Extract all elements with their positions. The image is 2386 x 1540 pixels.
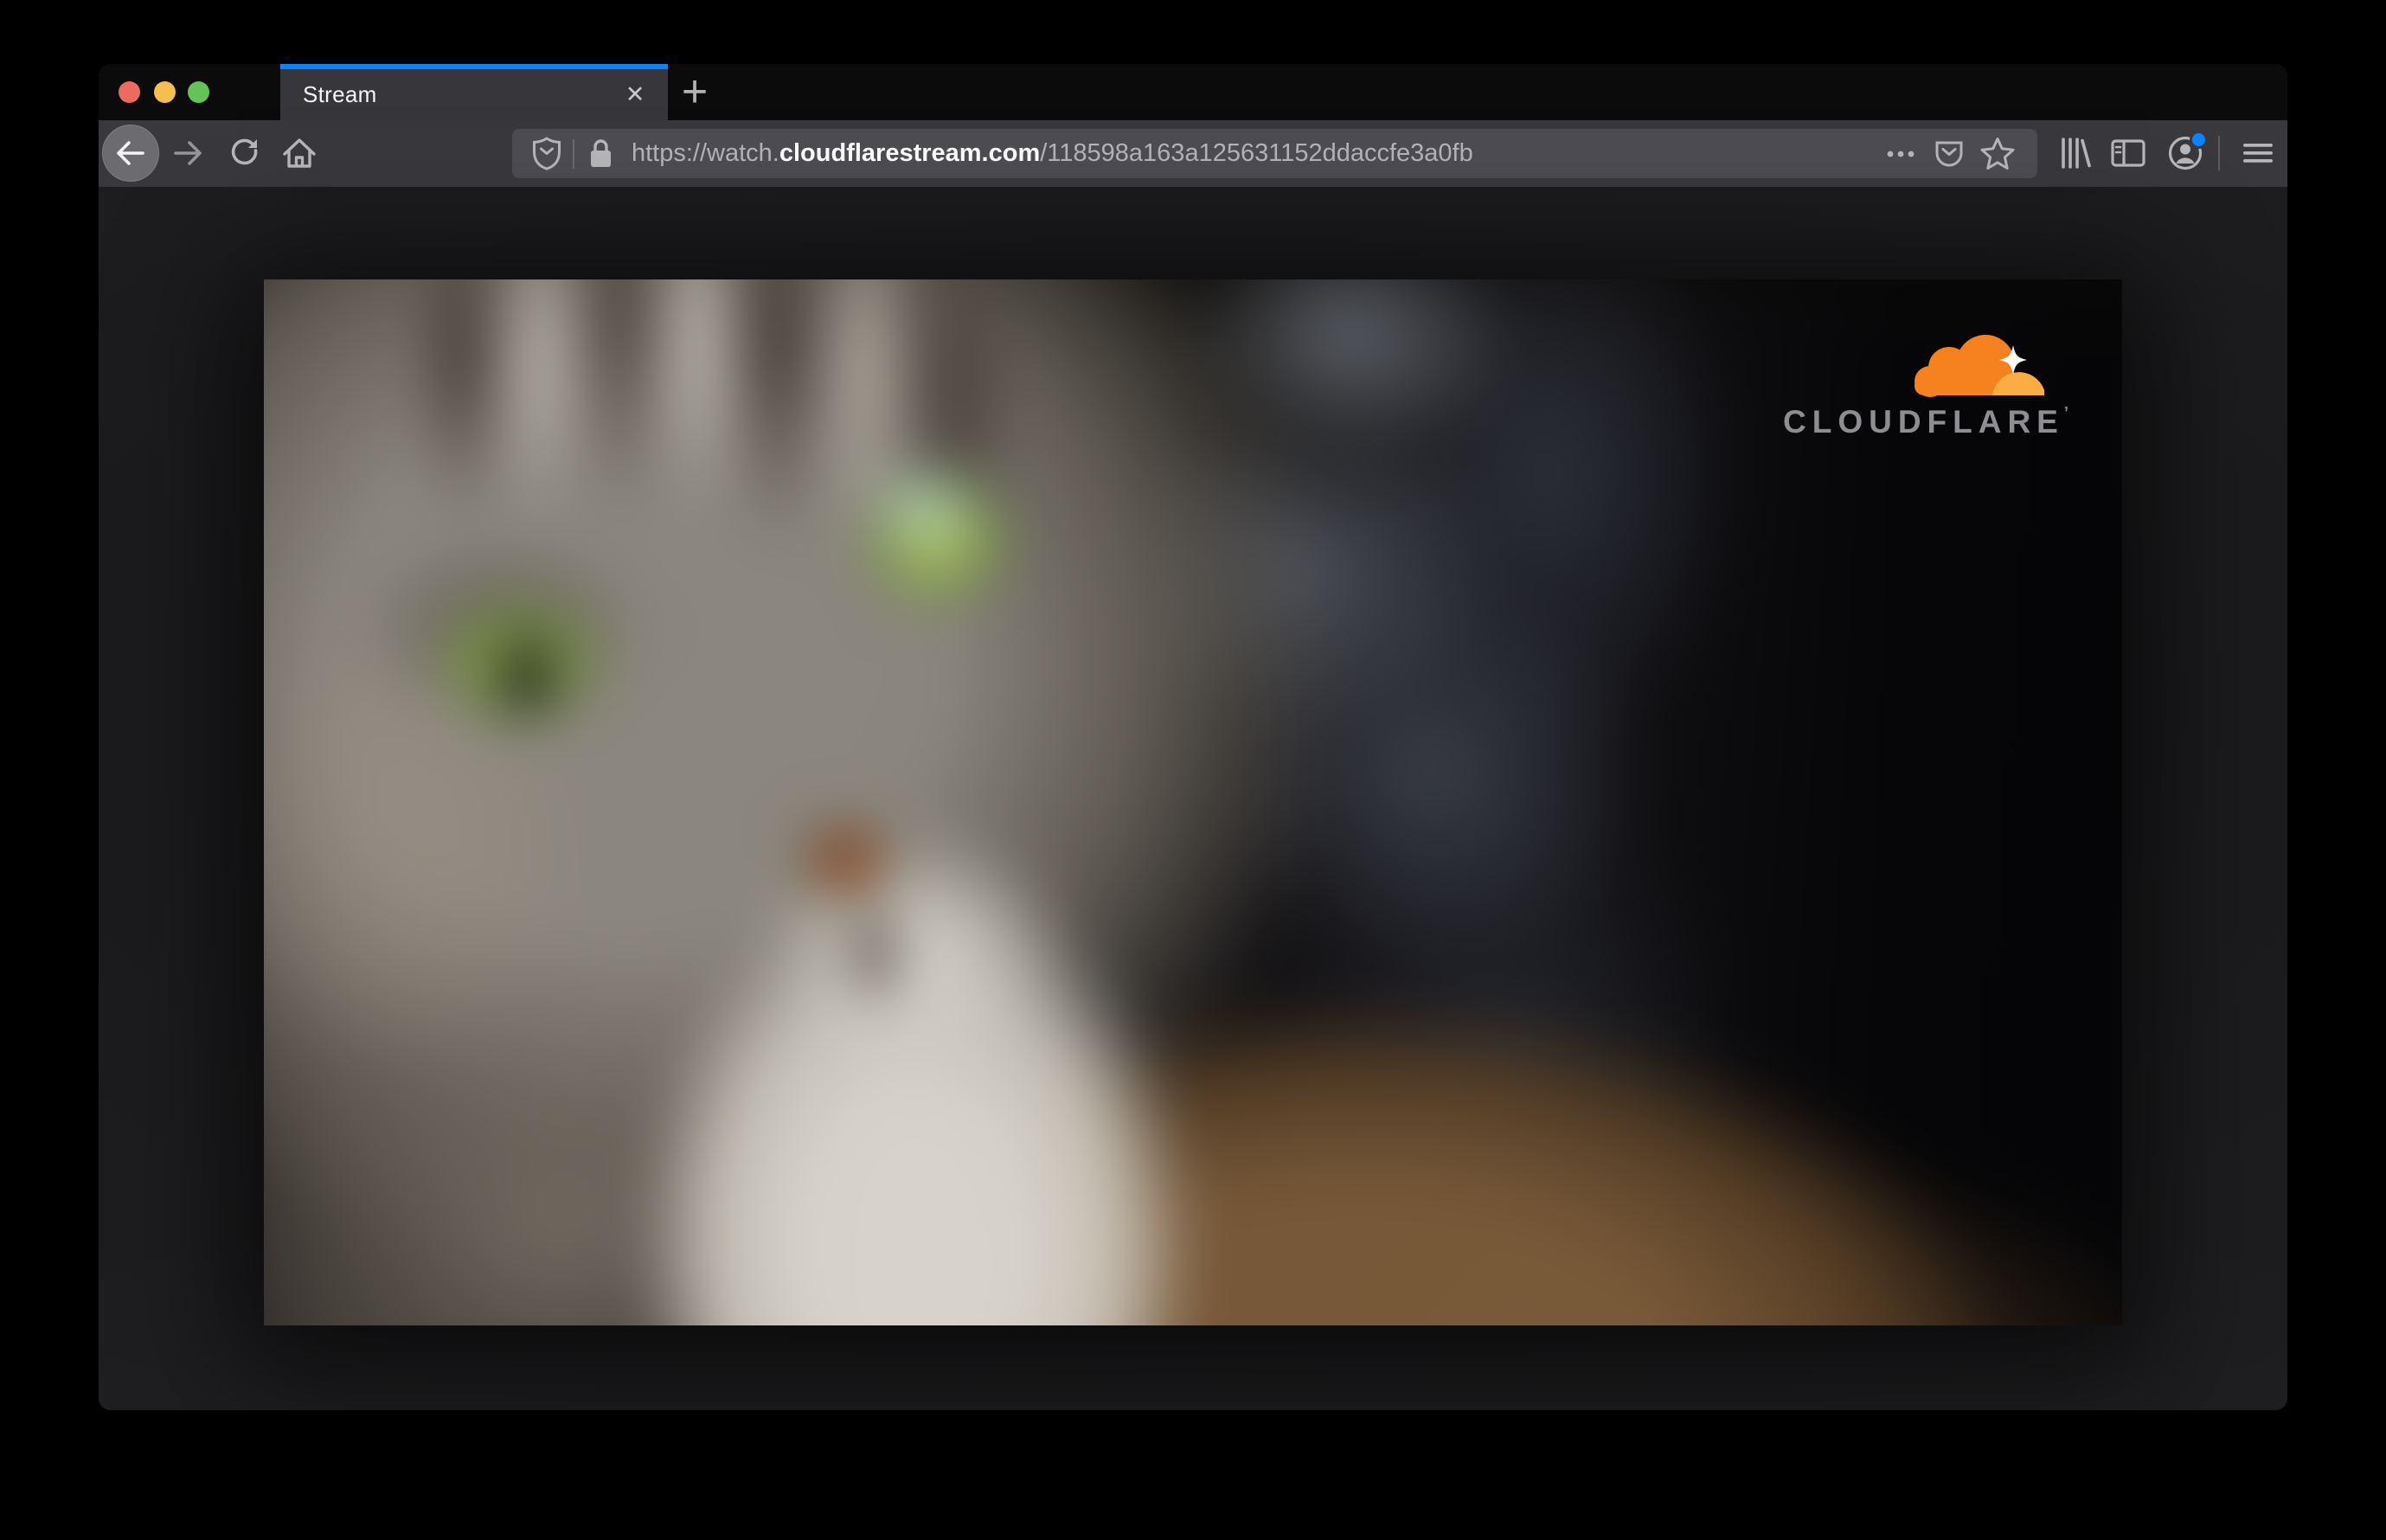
- tab-title: Stream: [303, 81, 377, 107]
- url-prefix: https://watch.: [632, 139, 779, 167]
- cloudflare-wordmark: CLOUDFLARE’: [1783, 404, 2069, 440]
- hamburger-menu-icon: [2243, 144, 2273, 163]
- reload-button[interactable]: [228, 136, 262, 170]
- back-button[interactable]: [102, 125, 159, 182]
- home-icon: [283, 138, 316, 168]
- url-bar[interactable]: https://watch.cloudflarestream.com/11859…: [512, 129, 2037, 178]
- star-icon: [1980, 137, 2015, 170]
- video-player[interactable]: CLOUDFLARE’: [264, 279, 2122, 1325]
- shield-glyph: [533, 136, 561, 170]
- screen: Stream ✕ + https://watch.cloudflarestrea…: [0, 0, 2386, 1540]
- lock-glyph: [590, 138, 611, 167]
- forward-arrow-icon: [174, 141, 202, 165]
- page-actions-button[interactable]: [1876, 135, 1925, 173]
- cloudflare-cloud-icon: [1915, 335, 2044, 397]
- cloudflare-logo: CLOUDFLARE’: [1783, 330, 2069, 440]
- library-button[interactable]: [2050, 129, 2099, 177]
- forward-button[interactable]: [170, 136, 205, 170]
- macos-close-button[interactable]: [119, 81, 140, 103]
- macos-minimize-button[interactable]: [154, 81, 176, 103]
- account-button[interactable]: [2161, 129, 2210, 177]
- cloudflare-trademark-tick: ’: [2063, 404, 2075, 421]
- sidebar-button[interactable]: [2104, 129, 2152, 177]
- titlebar: Stream ✕ +: [99, 64, 2287, 120]
- macos-zoom-button[interactable]: [188, 81, 209, 103]
- menu-button[interactable]: [2234, 129, 2282, 177]
- library-icon: [2062, 138, 2091, 169]
- new-tab-button[interactable]: +: [674, 67, 715, 117]
- pocket-icon: [1935, 141, 1963, 166]
- account-notification-dot: [2190, 131, 2208, 149]
- url-path: /118598a163a125631152ddaccfe3a0fb: [1040, 139, 1473, 167]
- back-arrow-icon: [117, 141, 144, 165]
- reload-icon: [231, 138, 258, 165]
- url-text: https://watch.cloudflarestream.com/11859…: [632, 139, 1473, 168]
- ellipsis-icon: [1887, 151, 1915, 157]
- lock-icon[interactable]: [581, 135, 619, 173]
- pocket-button[interactable]: [1925, 135, 1973, 173]
- toolbar-separator: [2218, 136, 2220, 170]
- cloudflare-wordmark-text: CLOUDFLARE: [1783, 404, 2064, 440]
- url-bar-separator: [573, 138, 574, 169]
- page-content: CLOUDFLARE’: [99, 187, 2287, 1410]
- tab-close-button[interactable]: ✕: [618, 78, 652, 112]
- tab-stream[interactable]: Stream ✕: [280, 64, 668, 120]
- sidebar-icon: [2111, 139, 2145, 167]
- navigation-toolbar: https://watch.cloudflarestream.com/11859…: [99, 120, 2287, 189]
- browser-window: Stream ✕ + https://watch.cloudflarestrea…: [99, 64, 2287, 1410]
- bookmark-star-button[interactable]: [1973, 135, 2022, 173]
- tracking-protection-shield-icon[interactable]: [528, 135, 566, 173]
- url-host: cloudflarestream.com: [779, 139, 1041, 167]
- home-button[interactable]: [280, 134, 318, 172]
